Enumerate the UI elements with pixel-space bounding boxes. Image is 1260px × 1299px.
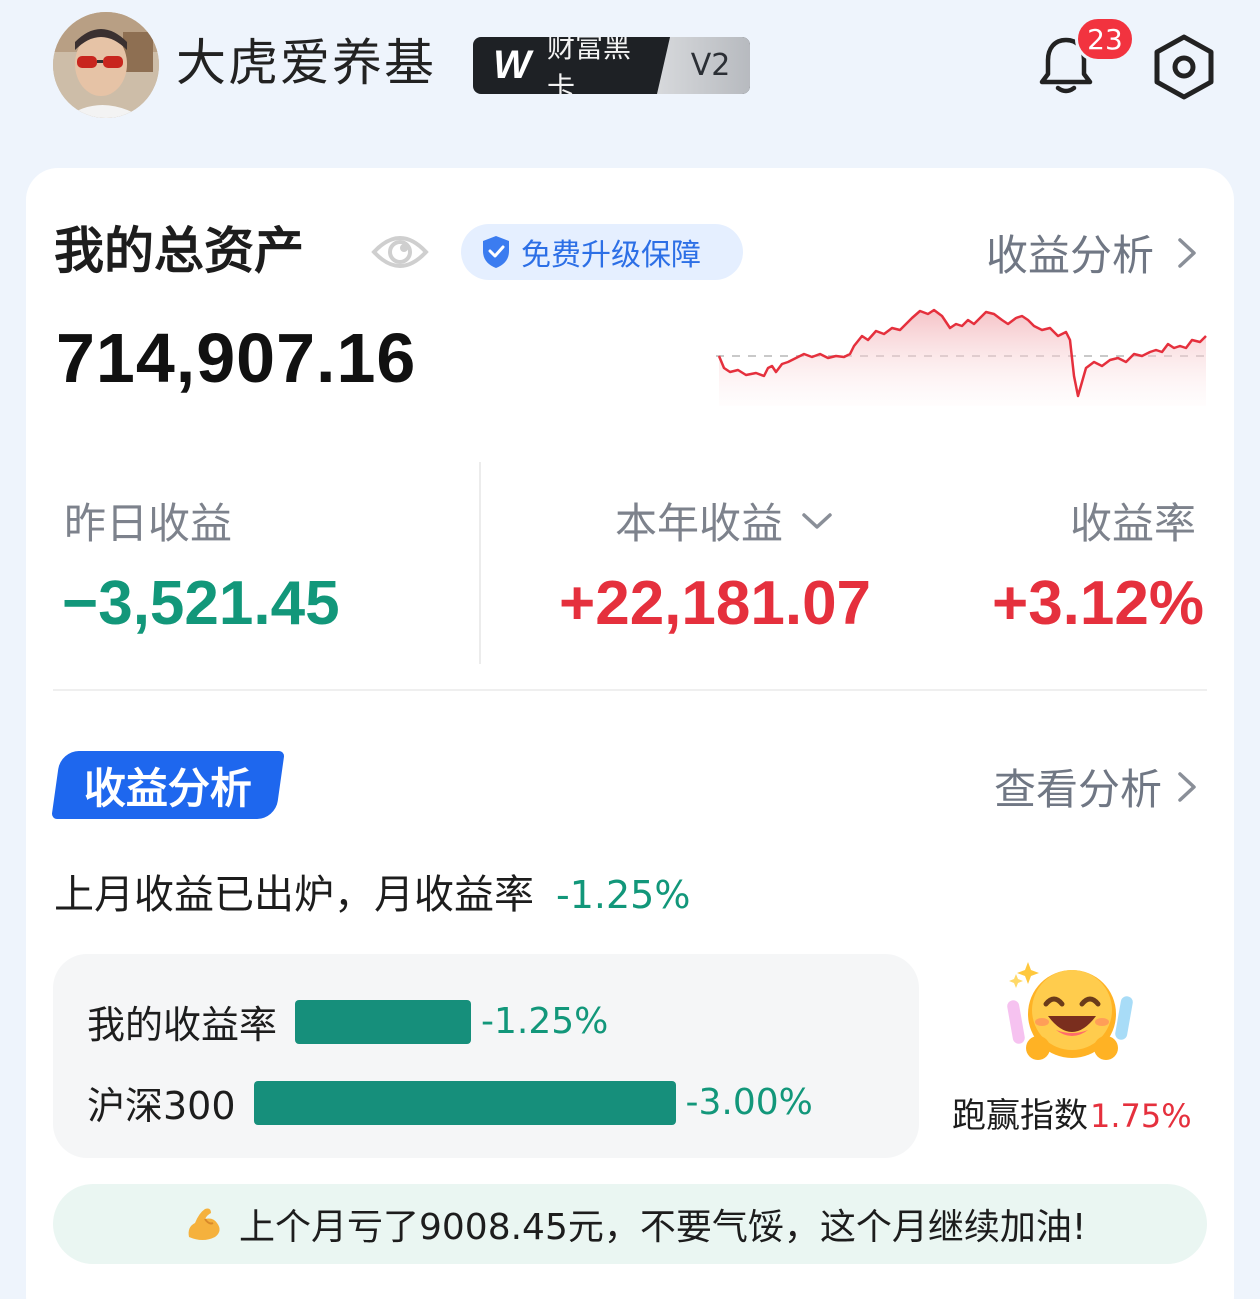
beat-index: 跑赢指数 1.75% bbox=[952, 1088, 1192, 1137]
upgrade-protection-button[interactable]: 免费升级保障 bbox=[461, 224, 743, 280]
beat-index-label: 跑赢指数 bbox=[952, 1096, 1088, 1136]
shield-icon bbox=[483, 236, 509, 268]
flexed-biceps-icon bbox=[188, 1208, 220, 1240]
chevron-right-icon bbox=[1178, 771, 1196, 802]
yesterday-income-label: 昨日收益 bbox=[64, 499, 233, 548]
vip-badge[interactable]: W 财富黑卡 V2 bbox=[473, 37, 750, 94]
view-analysis-link[interactable]: 查看分析 bbox=[994, 756, 1198, 817]
income-analysis-tag-label: 收益分析 bbox=[83, 763, 252, 813]
comparison-row-csi300: 沪深300 -3.00% bbox=[87, 1075, 813, 1130]
username: 大虎爱养基 bbox=[176, 34, 436, 92]
chevron-down-icon bbox=[802, 512, 832, 529]
beat-index-value: 1.75% bbox=[1090, 1097, 1192, 1135]
vip-logo: W bbox=[493, 43, 531, 87]
chevron-right-icon bbox=[1178, 237, 1196, 268]
upgrade-protection-label: 免费升级保障 bbox=[521, 238, 701, 273]
comparison-bar bbox=[295, 999, 472, 1044]
notification-badge: 23 bbox=[1075, 16, 1135, 62]
income-analysis-link[interactable]: 收益分析 bbox=[986, 222, 1198, 283]
comparison-value: -1.25% bbox=[481, 1001, 609, 1042]
vip-level: V2 bbox=[657, 37, 750, 94]
settings-icon[interactable] bbox=[1150, 33, 1218, 101]
return-rate-label: 收益率 bbox=[1069, 499, 1196, 548]
total-assets-label: 我的总资产 bbox=[54, 222, 304, 280]
avatar[interactable] bbox=[53, 12, 159, 118]
year-income-value: +22,181.07 bbox=[559, 569, 872, 638]
comparison-value: -3.00% bbox=[685, 1082, 813, 1123]
monthly-summary: 上月收益已出炉，月收益率 -1.25% bbox=[54, 862, 690, 920]
yesterday-income-value: −3,521.45 bbox=[62, 569, 340, 638]
comparison-name: 我的收益率 bbox=[87, 1003, 278, 1047]
encouragement-text: 上个月亏了9008.45元，不要气馁，这个月继续加油! bbox=[239, 1207, 1087, 1248]
eye-icon[interactable] bbox=[370, 226, 430, 278]
return-rate-value: +3.12% bbox=[991, 569, 1204, 638]
monthly-rate: -1.25% bbox=[556, 873, 691, 917]
income-analysis-label: 收益分析 bbox=[985, 231, 1154, 280]
asset-trend-sparkline bbox=[716, 308, 1208, 406]
year-income-label: 本年收益 bbox=[615, 499, 784, 548]
encouragement-banner: 上个月亏了9008.45元，不要气馁，这个月继续加油! bbox=[53, 1184, 1207, 1264]
monthly-summary-text: 上月收益已出炉，月收益率 bbox=[54, 872, 534, 918]
grinning-face-icon bbox=[1007, 962, 1133, 1060]
total-assets-value: 714,907.16 bbox=[56, 319, 417, 397]
comparison-name: 沪深300 bbox=[87, 1084, 236, 1128]
divider bbox=[479, 462, 481, 664]
view-analysis-label: 查看分析 bbox=[993, 765, 1162, 814]
divider bbox=[53, 689, 1207, 691]
comparison-row-mine: 我的收益率 -1.25% bbox=[87, 994, 608, 1049]
comparison-bar bbox=[253, 1080, 676, 1125]
vip-badge-text: 财富黑卡 bbox=[547, 37, 632, 94]
income-analysis-tag: 收益分析 bbox=[51, 751, 285, 819]
year-income-dropdown[interactable]: 本年收益 bbox=[615, 490, 833, 551]
